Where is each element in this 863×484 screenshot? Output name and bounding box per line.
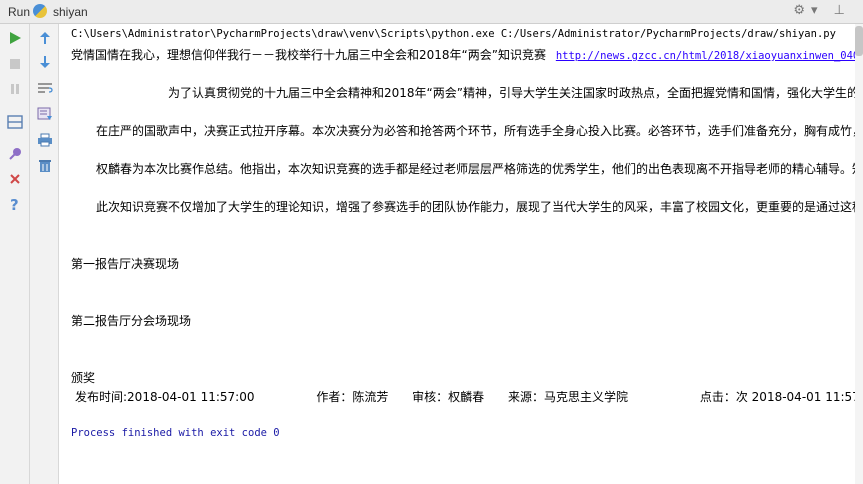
down-arrow-icon[interactable] xyxy=(35,52,55,72)
meta-line: 发布时间:2018-04-01 11:57:00 作者：陈流芳 审核：权麟春 来… xyxy=(75,388,855,405)
process-exit-message: Process finished with exit code 0 xyxy=(71,427,280,439)
paragraph-4: 此次知识竞赛不仅增加了大学生的理论知识，增强了参赛选手的团队协作能力，展现了当代… xyxy=(96,200,855,214)
meta-publish: 发布时间:2018-04-01 11:57:00 xyxy=(75,390,255,404)
article-title: 党情国情在我心，理想信仰伴我行－－我校举行十九届三中全会和2018年“两会”知识… xyxy=(71,48,546,62)
run-label: Run xyxy=(8,5,31,19)
pause-icon[interactable] xyxy=(5,79,25,99)
meta-clicks: 点击：次 2018-04-01 11:57:00 xyxy=(699,390,855,404)
caption-2: 第二报告厅分会场现场 xyxy=(71,314,192,328)
run-icon[interactable] xyxy=(5,28,25,48)
print-icon[interactable] xyxy=(35,130,55,150)
hide-icon[interactable]: ⊥ xyxy=(834,3,851,18)
console-toolbar xyxy=(30,24,59,484)
console-output[interactable]: C:\Users\Administrator\PycharmProjects\d… xyxy=(59,24,855,484)
pin-icon[interactable] xyxy=(5,144,25,164)
run-tab-shiyan[interactable]: shiyan xyxy=(53,5,88,19)
command-line: C:\Users\Administrator\PycharmProjects\d… xyxy=(71,28,836,40)
article-link[interactable]: http://news.gzcc.cn/html/2018/xiaoyuanxi… xyxy=(556,50,855,62)
close-icon[interactable] xyxy=(5,169,25,189)
article-title-line: 党情国情在我心，理想信仰伴我行－－我校举行十九届三中全会和2018年“两会”知识… xyxy=(71,46,855,63)
caption-1: 第一报告厅决赛现场 xyxy=(71,257,180,271)
layout-icon[interactable] xyxy=(5,112,25,132)
python-icon xyxy=(33,4,47,18)
soft-wrap-icon[interactable] xyxy=(35,78,55,98)
meta-source: 来源：马克思主义学院 xyxy=(508,390,629,404)
header-actions: ⚙▾ ⊥ xyxy=(793,3,851,18)
run-toolbar: ? xyxy=(0,24,30,484)
vertical-scrollbar[interactable] xyxy=(855,24,863,484)
meta-author: 作者：陈流芳 xyxy=(316,390,389,404)
settings-gear-icon[interactable]: ⚙▾ xyxy=(793,3,823,18)
stop-icon[interactable] xyxy=(5,54,25,74)
trash-icon[interactable] xyxy=(35,155,55,175)
run-tool-window-header: Run shiyan ⚙▾ ⊥ xyxy=(0,0,863,24)
paragraph-2: 在庄严的国歌声中，决赛正式拉开序幕。本次决赛分为必答和抢答两个环节，所有选手全身… xyxy=(96,124,855,138)
meta-review: 审核：权麟春 xyxy=(412,390,485,404)
scroll-end-icon[interactable] xyxy=(35,104,55,124)
scrollbar-thumb[interactable] xyxy=(855,26,863,56)
paragraph-1: 为了认真贯彻党的十九届三中全会精神和2018年“两会”精神，引导大学生关注国家时… xyxy=(168,86,855,100)
up-arrow-icon[interactable] xyxy=(35,28,55,48)
caption-3: 颁奖 xyxy=(71,371,96,385)
svg-text:?: ? xyxy=(10,196,19,212)
help-icon[interactable]: ? xyxy=(5,194,25,214)
paragraph-3: 权麟春为本次比赛作总结。他指出，本次知识竞赛的选手都是经过老师层层严格筛选的优秀… xyxy=(96,162,855,176)
